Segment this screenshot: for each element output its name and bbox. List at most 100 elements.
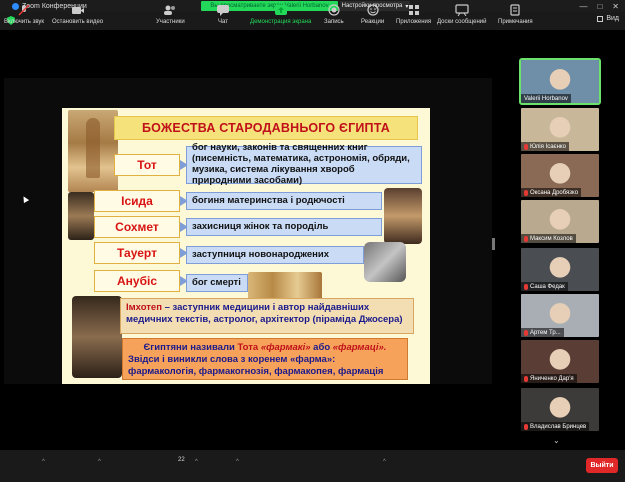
pharma-text-a: Єгиптяни називали: [143, 342, 238, 353]
view-button-label: Вид: [606, 15, 619, 22]
participant-tile[interactable]: Юлія Ісаєнко: [521, 108, 599, 151]
record-label: Запись: [324, 19, 344, 25]
participant-tile[interactable]: Артем Тр...: [521, 294, 599, 337]
participant-name: Саша Федак: [530, 283, 565, 290]
god-name-sekhmet: Сохмет: [94, 216, 180, 238]
participant-name: Яниченко Дар'я: [530, 375, 574, 382]
caret-up-icon[interactable]: ^: [195, 459, 198, 465]
whiteboards-button[interactable]: Доски сообщений: [437, 4, 487, 25]
share-screen-label: Демонстрация экрана: [250, 19, 312, 25]
mic-muted-icon: [524, 423, 528, 430]
pharma-farmaki: «фармакі»: [260, 342, 311, 353]
participant-tile[interactable]: Максим Козлов: [521, 200, 599, 243]
imhotep-text: – заступник медицини і автор найдавніших…: [126, 302, 403, 326]
stop-video-button[interactable]: Остановить видео: [52, 4, 103, 25]
apps-label: Приложения: [396, 19, 432, 25]
mic-muted-icon: [524, 329, 528, 336]
god-name-thoth: Тот: [114, 154, 180, 176]
slide-title: БОЖЕСТВА СТАРОДАВНЬОГО ЄГИПТА: [114, 116, 418, 140]
chevron-down-icon[interactable]: ⌄: [553, 436, 560, 445]
isis-image: [68, 192, 94, 240]
unmute-button[interactable]: Включить звук: [4, 4, 44, 25]
participant-name-label: Юлія Ісаєнко: [521, 142, 569, 151]
pharma-box: Єгиптяни називали Тота «фармакі» або «фа…: [122, 338, 408, 380]
participants-icon: [163, 4, 177, 16]
share-screen-button[interactable]: Демонстрация экрана: [250, 4, 311, 25]
smile-icon: [366, 4, 380, 16]
god-desc-isis: богиня материнства і родючості: [186, 192, 382, 210]
sekhmet-image: [384, 188, 422, 244]
caret-up-icon[interactable]: ^: [236, 459, 239, 465]
reactions-button[interactable]: Реакции: [361, 4, 384, 25]
participant-name-label: Владислав Бринцев: [521, 422, 590, 431]
maximize-button[interactable]: □: [597, 2, 602, 11]
pharma-or: або: [310, 342, 333, 353]
imhotep-box: Імхотеп – заступник медицини і автор най…: [120, 298, 414, 334]
leave-button[interactable]: Выйти: [586, 458, 618, 473]
participant-name: Максим Козлов: [530, 235, 573, 242]
participant-tile[interactable]: Саша Федак: [521, 248, 599, 291]
record-icon: [327, 4, 341, 16]
view-button[interactable]: Вид: [597, 15, 619, 22]
pharma-line-2: Звідси і виникли слова з коренем «фарма»…: [128, 353, 336, 365]
god-name-isis: Ісида: [94, 190, 180, 212]
participant-tile[interactable]: Оксана Дробязко: [521, 154, 599, 197]
participants-count: 22: [178, 457, 185, 463]
participant-name-label: Яниченко Дар'я: [521, 374, 577, 383]
god-desc-sekhmet: захисниця жінок та породіль: [186, 218, 382, 236]
god-desc-anubis: бог смерті: [186, 274, 248, 292]
chat-label: Чат: [218, 19, 228, 25]
participant-name: Артем Тр...: [530, 329, 561, 336]
god-desc-thoth: бог науки, законів та священних книг (пи…: [186, 142, 422, 186]
participant-name-label: Оксана Дробязко: [521, 188, 582, 197]
participant-name: Владислав Бринцев: [530, 423, 587, 430]
notes-button[interactable]: Примечания: [498, 4, 533, 25]
caret-up-icon[interactable]: ^: [42, 459, 45, 465]
apps-icon: [407, 4, 421, 16]
unmute-label: Включить звук: [4, 19, 45, 25]
whiteboard-icon: [455, 4, 469, 17]
god-desc-taweret: заступниця новонароджених: [186, 246, 364, 264]
mic-muted-icon: [524, 143, 528, 150]
record-button[interactable]: Запись: [324, 4, 344, 25]
whiteboards-label: Доски сообщений: [437, 19, 487, 25]
thoth-image: [68, 110, 118, 192]
chat-icon: [216, 4, 230, 16]
minimize-button[interactable]: —: [579, 2, 587, 11]
video-camera-icon: [71, 4, 85, 16]
meeting-toolbar: [0, 450, 625, 482]
caret-up-icon[interactable]: ^: [98, 459, 101, 465]
pharma-farmaci: «фармаці».: [332, 342, 387, 353]
close-button[interactable]: ✕: [612, 2, 619, 11]
mic-muted-icon: [524, 283, 528, 290]
participant-tile[interactable]: Valerii Horbanov: [519, 58, 601, 105]
pharma-line-1: Єгиптяни називали Тота «фармакі» або «фа…: [128, 342, 402, 354]
papyrus-image: [248, 272, 322, 300]
notes-icon: [508, 4, 522, 16]
participant-name-label: Саша Федак: [521, 282, 568, 291]
chat-button[interactable]: Чат: [216, 4, 230, 25]
participant-name: Оксана Дробязко: [530, 189, 579, 196]
participant-name-label: Valerii Horbanov: [521, 94, 571, 103]
apps-button[interactable]: Приложения: [396, 4, 431, 25]
participant-tile[interactable]: Владислав Бринцев: [521, 388, 599, 431]
mic-muted-icon: [524, 235, 528, 242]
pharma-tot: Тота: [237, 342, 259, 353]
god-name-anubis: Анубіс: [94, 270, 180, 292]
participants-label: Участники: [156, 19, 185, 25]
splitter-handle[interactable]: [492, 238, 495, 250]
share-screen-icon: [274, 4, 288, 16]
taweret-image: [364, 242, 406, 282]
participant-tile[interactable]: Яниченко Дар'я: [521, 340, 599, 383]
caret-up-icon[interactable]: ^: [383, 459, 386, 465]
presentation-slide: БОЖЕСТВА СТАРОДАВНЬОГО ЄГИПТА Тот бог на…: [62, 108, 430, 384]
grid-icon: [597, 15, 604, 22]
participant-name: Юлія Ісаєнко: [530, 143, 566, 150]
reactions-label: Реакции: [361, 19, 385, 25]
participants-button[interactable]: Участники: [156, 4, 185, 25]
imhotep-name: Імхотеп: [126, 302, 162, 313]
mic-muted-icon: [524, 189, 528, 196]
imhotep-image: [72, 296, 122, 378]
mic-muted-icon: [17, 4, 31, 16]
stop-video-label: Остановить видео: [52, 19, 104, 25]
